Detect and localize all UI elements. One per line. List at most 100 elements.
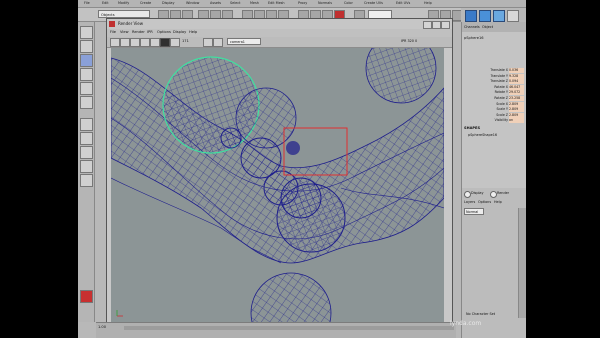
attribute-row[interactable]: Translate Y 9.328 <box>462 73 526 79</box>
four-view-icon[interactable] <box>80 132 93 145</box>
attribute-row[interactable]: Scale Y 2.809 <box>462 107 526 113</box>
minimize-icon[interactable] <box>423 21 432 29</box>
menu-item-mesh[interactable]: Mesh <box>250 1 259 5</box>
layer-menu-layers[interactable]: Layers <box>464 200 475 204</box>
plane-icon[interactable] <box>493 10 505 22</box>
menu-item-modify[interactable]: Modify <box>118 1 129 5</box>
rv-menu-options[interactable]: Options <box>157 30 171 34</box>
attribute-name: Scale Y <box>496 107 508 112</box>
single-view-icon[interactable] <box>80 118 93 131</box>
lasso-tool-icon[interactable] <box>80 40 93 53</box>
time-range-bar[interactable] <box>124 326 454 330</box>
display-alpha-icon[interactable] <box>170 38 180 47</box>
layer-menu-options[interactable]: Options <box>478 200 491 204</box>
menu-item-color[interactable]: Color <box>344 1 353 5</box>
menu-item-create-uvs[interactable]: Create UVs <box>364 1 383 5</box>
character-set-label[interactable]: No Character Set <box>466 312 495 316</box>
sphere-center <box>276 183 346 253</box>
ipr-icon[interactable] <box>120 38 130 47</box>
attribute-name: Translate Y <box>490 73 508 78</box>
sphere-bottom <box>250 272 332 322</box>
rv-menu-display[interactable]: Display <box>173 30 186 34</box>
layer-menu-help[interactable]: Help <box>494 200 502 204</box>
menu-item-edit-uvs[interactable]: Edit UVs <box>396 1 410 5</box>
options-icon[interactable] <box>507 10 519 22</box>
attribute-row[interactable]: Translate X 0.036 <box>462 68 526 73</box>
display-radio[interactable] <box>464 191 471 198</box>
menu-item-file[interactable]: File <box>84 1 90 5</box>
menu-item-normals[interactable]: Normals <box>318 1 332 5</box>
maximize-icon[interactable] <box>432 21 441 29</box>
attribute-value[interactable]: 2.809 <box>509 107 524 113</box>
attribute-value[interactable]: 0.036 <box>509 68 524 73</box>
attribute-value[interactable]: 29.072 <box>509 90 524 96</box>
menu-item-assets[interactable]: Assets <box>210 1 221 5</box>
attribute-name: Translate Z <box>490 79 508 84</box>
render-radio[interactable] <box>490 191 497 198</box>
attribute-row[interactable]: Rotate Z 23.258 <box>462 96 526 101</box>
camera-dropdown[interactable]: camera1 <box>227 38 261 45</box>
shape-name[interactable]: pSphereShape16 <box>468 133 497 137</box>
persp-graph-icon[interactable] <box>80 160 93 173</box>
attribute-value[interactable]: 2.809 <box>509 112 524 118</box>
menu-item-help[interactable]: Help <box>424 1 432 5</box>
ipr-status-label: IPR 320 0 <box>401 39 418 43</box>
close-icon[interactable] <box>441 21 450 29</box>
attribute-value[interactable]: on <box>509 118 524 124</box>
attribute-list: Translate X 0.036 Translate Y 9.328 Translat… <box>462 68 526 128</box>
attribute-row[interactable]: Scale X 2.809 <box>462 101 526 107</box>
attribute-row[interactable]: Rotate Y 29.072 <box>462 90 526 96</box>
redo-render-icon[interactable] <box>110 38 120 47</box>
attribute-row[interactable]: Scale Z 2.809 <box>462 112 526 118</box>
menu-item-display[interactable]: Display <box>162 1 175 5</box>
render-viewport[interactable] <box>111 48 444 322</box>
render-region-icon[interactable] <box>80 290 93 303</box>
snapshot-icon[interactable] <box>150 38 160 47</box>
select-tool-icon[interactable] <box>80 26 93 39</box>
attribute-row[interactable]: Visibility on <box>462 118 526 124</box>
scale-tool-icon[interactable] <box>80 82 93 95</box>
tab-object[interactable]: Object <box>482 25 493 29</box>
start-time-field[interactable]: 1.00 <box>98 325 106 329</box>
menu-item-proxy[interactable]: Proxy <box>298 1 307 5</box>
rv-menu-ipr[interactable]: IPR <box>147 30 153 34</box>
manipulator-tool-icon[interactable] <box>80 96 93 109</box>
rv-menu-help[interactable]: Help <box>189 30 197 34</box>
menu-item-create[interactable]: Create <box>140 1 151 5</box>
menu-item-edit-mesh[interactable]: Edit Mesh <box>268 1 285 5</box>
sphere-top-right <box>365 48 437 104</box>
layer-mode-dropdown[interactable]: Normal <box>464 208 484 215</box>
mode-select-dropdown[interactable]: Objects <box>98 10 150 18</box>
attribute-value[interactable]: 23.258 <box>509 96 524 101</box>
attribute-name: Translate X <box>490 68 508 72</box>
persp-outliner-icon[interactable] <box>80 146 93 159</box>
rv-menu-file[interactable]: File <box>110 30 116 34</box>
attribute-row[interactable]: Translate Z 0.094 <box>462 79 526 85</box>
rv-menu-view[interactable]: View <box>120 30 129 34</box>
attribute-value[interactable]: 2.809 <box>509 101 524 107</box>
keep-image-icon[interactable] <box>203 38 213 47</box>
rotate-tool-icon[interactable] <box>80 68 93 81</box>
wireframe-scene <box>111 48 444 322</box>
hypershade-layout-icon[interactable] <box>80 174 93 187</box>
attribute-value[interactable]: 46.047 <box>509 84 524 90</box>
refresh-icon[interactable] <box>130 38 140 47</box>
layer-scrollbar[interactable] <box>518 208 526 318</box>
rv-menu-render[interactable]: Render <box>132 30 145 34</box>
display-rgb-icon[interactable] <box>160 38 170 47</box>
attribute-value[interactable]: 9.328 <box>509 73 524 79</box>
cube-icon[interactable] <box>465 10 477 22</box>
tab-channels[interactable]: Channels <box>464 25 480 29</box>
attribute-value[interactable]: 0.094 <box>509 79 524 85</box>
render-view-frame-value: 171 <box>182 39 189 43</box>
object-name[interactable]: pSphere16 <box>464 36 484 40</box>
menu-item-select[interactable]: Select <box>230 1 240 5</box>
region-render-icon[interactable] <box>140 38 150 47</box>
render-view-title: Render View <box>118 21 144 26</box>
menu-item-window[interactable]: Window <box>186 1 199 5</box>
attribute-row[interactable]: Rotate X 46.047 <box>462 84 526 90</box>
sphere-icon[interactable] <box>479 10 491 22</box>
move-tool-icon[interactable] <box>80 54 93 67</box>
menu-item-edit[interactable]: Edit <box>102 1 109 5</box>
remove-image-icon[interactable] <box>213 38 223 47</box>
